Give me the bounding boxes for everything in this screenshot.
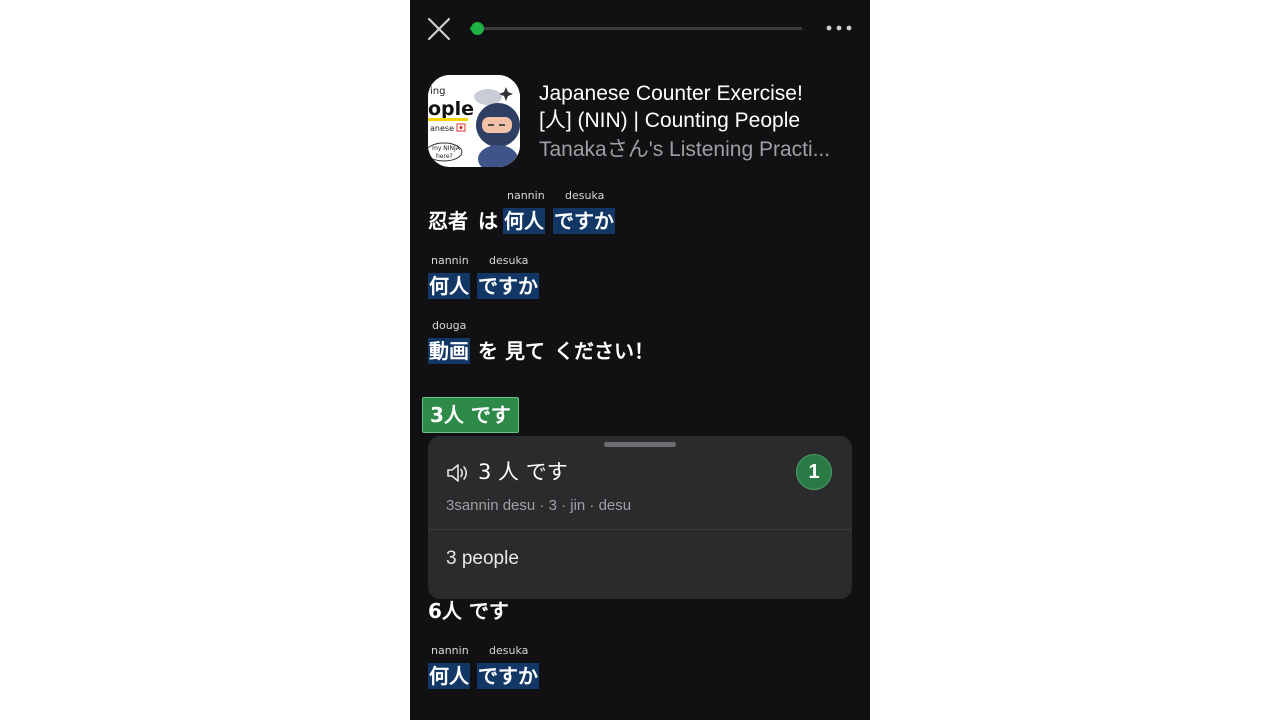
lyric-word[interactable]: を (478, 338, 498, 364)
lyric-word[interactable]: 6人 です (428, 598, 509, 624)
lyric-word[interactable]: 忍者 (428, 208, 468, 234)
phone-screen: ing ople anese my NINJA here? Japanese C… (410, 0, 870, 720)
svg-text:my NINJA: my NINJA (432, 145, 461, 152)
lyric-word-highlighted[interactable]: 何人 (503, 208, 545, 234)
ruby-text: nannin (507, 189, 545, 202)
lyric-line-2: nannin 何人 desuka ですか (428, 255, 628, 299)
svg-text:ing: ing (430, 86, 445, 97)
lyric-line-6: nannin 何人 desuka ですか (428, 645, 628, 689)
close-button[interactable] (426, 16, 452, 42)
lyric-word-highlighted[interactable]: ですか (553, 208, 615, 234)
ruby-text: desuka (489, 644, 529, 657)
ruby-text: desuka (489, 254, 529, 267)
track-title: Japanese Counter Exercise! [人] (NIN) | C… (539, 80, 859, 134)
playback-progress-bar[interactable] (470, 22, 802, 35)
lyric-word[interactable]: 見て (505, 338, 545, 364)
play-audio-button[interactable] (446, 462, 470, 484)
lyric-word-highlighted[interactable]: 何人 (428, 663, 470, 689)
lyric-word[interactable]: ください！ (554, 338, 654, 364)
ninja-thumbnail-icon: ing ople anese my NINJA here? (428, 75, 520, 167)
word-detail-sheet: 3 人 です 1 3sannin desu · 3 · jin · desu 3… (428, 436, 852, 599)
video-thumbnail[interactable]: ing ople anese my NINJA here? (428, 75, 520, 167)
lyric-word-highlighted[interactable]: 動画 (428, 338, 470, 364)
svg-text:here?: here? (436, 153, 453, 160)
popup-meaning: 3 people (446, 548, 519, 569)
lyric-word[interactable]: は (478, 208, 498, 234)
svg-text:ople: ople (428, 98, 474, 120)
channel-name[interactable]: Tanakaさん's Listening Practi... (539, 136, 851, 163)
lyric-word-highlighted[interactable]: ですか (477, 663, 539, 689)
ruby-text: nannin (431, 644, 469, 657)
ruby-text: nannin (431, 254, 469, 267)
ruby-text: douga (432, 319, 467, 332)
popup-romaji: 3sannin desu · 3 · jin · desu (446, 497, 632, 514)
popup-word: 3 人 です (478, 460, 568, 484)
progress-knob[interactable] (470, 22, 484, 35)
lyric-line-5: 6人 です (428, 580, 548, 624)
lyric-word-highlighted[interactable]: ですか (477, 273, 539, 299)
more-options-button[interactable] (824, 20, 854, 36)
count-badge[interactable]: 1 (796, 454, 832, 490)
lyric-line-3: douga 動画 を 見て ください！ (428, 320, 688, 364)
svg-text:anese: anese (430, 124, 454, 133)
sheet-drag-handle[interactable] (604, 442, 676, 447)
selected-lyric-chip[interactable]: 3人 です (422, 397, 519, 433)
speaker-icon (447, 464, 468, 482)
lyric-word-highlighted[interactable]: 何人 (428, 273, 470, 299)
ruby-text: desuka (565, 189, 605, 202)
track-title-line-2: [人] (NIN) | Counting People (539, 109, 801, 132)
more-horizontal-icon (826, 25, 852, 31)
lyric-line-1: 忍者 は nannin 何人 desuka ですか (428, 190, 688, 234)
close-icon (427, 17, 451, 41)
sheet-divider (428, 529, 852, 530)
track-title-line-1: Japanese Counter Exercise! (539, 82, 803, 105)
